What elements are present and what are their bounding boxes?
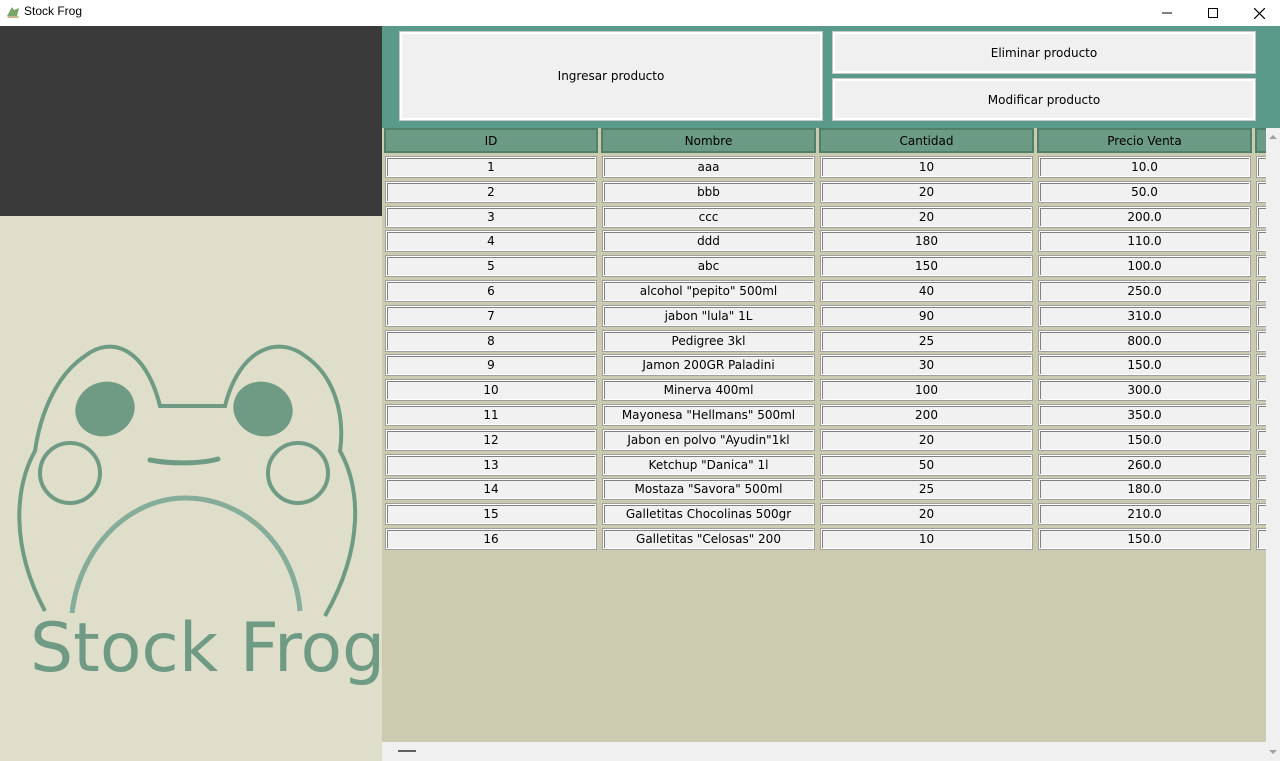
table-cell[interactable]: 13 bbox=[385, 454, 597, 476]
table-cell[interactable]: 5 bbox=[385, 255, 597, 277]
table-cell[interactable]: 10 bbox=[820, 156, 1033, 178]
column-header[interactable]: Nombre bbox=[601, 128, 816, 153]
column-header[interactable]: Cantidad bbox=[819, 128, 1034, 153]
table-cell[interactable]: 2 bbox=[385, 181, 597, 203]
table-cell[interactable]: Galletitas "Celosas" 200 bbox=[602, 528, 815, 550]
table-cell[interactable]: 210.0 bbox=[1038, 503, 1251, 525]
table-cell[interactable]: ddd bbox=[602, 230, 815, 252]
table-cell[interactable]: 9 bbox=[385, 354, 597, 376]
table-cell[interactable]: Mayonesa "Hellmans" 500ml bbox=[602, 404, 815, 426]
table-cell[interactable]: 90 bbox=[820, 305, 1033, 327]
scroll-up-icon[interactable] bbox=[1266, 130, 1280, 144]
horizontal-scrollbar[interactable] bbox=[382, 742, 1266, 761]
table-cell[interactable]: 10 bbox=[385, 379, 597, 401]
table-cell[interactable]: 180.0 bbox=[1038, 478, 1251, 500]
main-panel: Ingresar producto Eliminar producto Modi… bbox=[382, 26, 1280, 761]
table-cell[interactable]: Minerva 400ml bbox=[602, 379, 815, 401]
table-cell[interactable]: 15 bbox=[385, 503, 597, 525]
vertical-scrollbar[interactable] bbox=[1266, 128, 1280, 761]
table-cell[interactable]: 10 bbox=[820, 528, 1033, 550]
table-cell[interactable]: Galletitas Chocolinas 500gr bbox=[602, 503, 815, 525]
table-cell[interactable]: 25 bbox=[820, 330, 1033, 352]
table-cell[interactable]: 250.0 bbox=[1038, 280, 1251, 302]
table-cell[interactable]: 20 bbox=[820, 206, 1033, 228]
table-cell[interactable]: jabon "lula" 1L bbox=[602, 305, 815, 327]
table-cell[interactable]: 150 bbox=[820, 255, 1033, 277]
table-cell[interactable]: 3 bbox=[385, 206, 597, 228]
table-cell[interactable]: 310.0 bbox=[1038, 305, 1251, 327]
minimize-button[interactable] bbox=[1144, 0, 1190, 26]
table-cell[interactable]: 7 bbox=[385, 305, 597, 327]
product-table: ID Nombre Cantidad Precio Venta 1 aaa 10 10.0 2 b… bbox=[382, 128, 1275, 550]
table-cell[interactable]: 150.0 bbox=[1038, 429, 1251, 451]
ingresar-producto-button[interactable]: Ingresar producto bbox=[399, 31, 823, 121]
table-cell[interactable]: 6 bbox=[385, 280, 597, 302]
table-cell[interactable]: 50.0 bbox=[1038, 181, 1251, 203]
table-cell[interactable]: 14 bbox=[385, 478, 597, 500]
table-cell[interactable]: 11 bbox=[385, 404, 597, 426]
table-cell[interactable]: 8 bbox=[385, 330, 597, 352]
table-cell[interactable]: 12 bbox=[385, 429, 597, 451]
table-cell[interactable]: 300.0 bbox=[1038, 379, 1251, 401]
logo-panel: Stock Frog bbox=[0, 216, 386, 761]
title-bar: Stock Frog bbox=[0, 0, 1280, 26]
table-cell[interactable]: 25 bbox=[820, 478, 1033, 500]
eliminar-producto-button[interactable]: Eliminar producto bbox=[832, 31, 1256, 74]
table-cell[interactable]: 150.0 bbox=[1038, 354, 1251, 376]
minimize-icon bbox=[1162, 12, 1172, 14]
modificar-producto-button[interactable]: Modificar producto bbox=[832, 78, 1256, 121]
table-cell[interactable]: Jamon 200GR Paladini bbox=[602, 354, 815, 376]
left-dark-panel bbox=[0, 26, 382, 216]
table-cell[interactable]: Ketchup "Danica" 1l bbox=[602, 454, 815, 476]
maximize-button[interactable] bbox=[1190, 0, 1236, 26]
table-cell[interactable]: 20 bbox=[820, 503, 1033, 525]
scroll-down-icon[interactable] bbox=[1266, 745, 1280, 759]
table-cell[interactable]: Jabon en polvo "Ayudin"1kl bbox=[602, 429, 815, 451]
table-cell[interactable]: 800.0 bbox=[1038, 330, 1251, 352]
close-button[interactable] bbox=[1236, 0, 1280, 26]
table-cell[interactable]: 110.0 bbox=[1038, 230, 1251, 252]
table-cell[interactable]: 180 bbox=[820, 230, 1033, 252]
table-cell[interactable]: 50 bbox=[820, 454, 1033, 476]
table-cell[interactable]: 10.0 bbox=[1038, 156, 1251, 178]
toolbar: Ingresar producto Eliminar producto Modi… bbox=[382, 26, 1280, 128]
table-cell[interactable]: 350.0 bbox=[1038, 404, 1251, 426]
table-cell[interactable]: 30 bbox=[820, 354, 1033, 376]
table-cell[interactable]: 1 bbox=[385, 156, 597, 178]
table-cell[interactable]: 16 bbox=[385, 528, 597, 550]
column-header[interactable]: ID bbox=[384, 128, 598, 153]
frog-app-icon bbox=[7, 7, 19, 18]
table-cell[interactable]: Pedigree 3kl bbox=[602, 330, 815, 352]
logo-text: Stock Frog bbox=[30, 609, 386, 688]
table-cell[interactable]: 20 bbox=[820, 181, 1033, 203]
table-cell[interactable]: 260.0 bbox=[1038, 454, 1251, 476]
table-cell[interactable]: aaa bbox=[602, 156, 815, 178]
table-cell[interactable]: alcohol "pepito" 500ml bbox=[602, 280, 815, 302]
window-title: Stock Frog bbox=[24, 4, 83, 18]
table-cell[interactable]: ccc bbox=[602, 206, 815, 228]
table-cell[interactable]: 100.0 bbox=[1038, 255, 1251, 277]
table-cell[interactable]: 200.0 bbox=[1038, 206, 1251, 228]
horizontal-scroll-thumb[interactable] bbox=[398, 750, 416, 752]
close-icon bbox=[1253, 7, 1265, 19]
column-header[interactable]: Precio Venta bbox=[1037, 128, 1252, 153]
table-cell[interactable]: Mostaza "Savora" 500ml bbox=[602, 478, 815, 500]
table-cell[interactable]: 40 bbox=[820, 280, 1033, 302]
table-cell[interactable]: bbb bbox=[602, 181, 815, 203]
table-cell[interactable]: 4 bbox=[385, 230, 597, 252]
table-cell[interactable]: abc bbox=[602, 255, 815, 277]
table-cell[interactable]: 200 bbox=[820, 404, 1033, 426]
maximize-icon bbox=[1208, 8, 1218, 18]
table-cell[interactable]: 100 bbox=[820, 379, 1033, 401]
table-cell[interactable]: 150.0 bbox=[1038, 528, 1251, 550]
table-cell[interactable]: 20 bbox=[820, 429, 1033, 451]
